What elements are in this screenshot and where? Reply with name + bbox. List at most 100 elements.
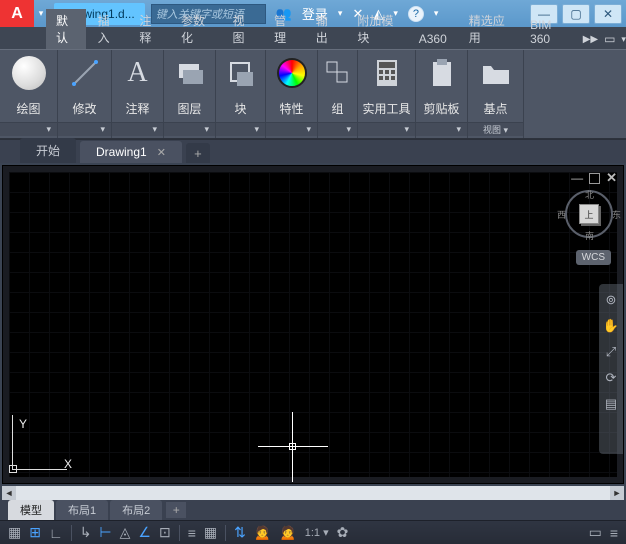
viewcube-north[interactable]: 北 — [585, 188, 594, 201]
panel-label: 组 — [331, 100, 343, 117]
layout-1[interactable]: 布局1 — [56, 500, 108, 520]
panel-drop[interactable]: ▾ — [164, 122, 215, 136]
lineweight-icon[interactable]: ≡ — [188, 525, 196, 541]
viewcube-west[interactable]: 西 — [557, 208, 566, 221]
panel-drop[interactable]: ▾ — [0, 122, 57, 136]
viewcube-south[interactable]: 南 — [585, 229, 594, 242]
scroll-track[interactable] — [16, 486, 610, 500]
menu-addins[interactable]: 附加模块 — [347, 9, 406, 49]
viewport-controls: — ✕ — [571, 170, 617, 186]
layout-2[interactable]: 布局2 — [110, 500, 162, 520]
vp-maximize[interactable] — [589, 173, 600, 184]
ucs-y-label: Y — [19, 417, 27, 431]
layers-icon — [173, 56, 207, 90]
panel-layers[interactable]: 图层 ▾ — [164, 50, 216, 138]
drawing-canvas[interactable] — [9, 172, 617, 477]
person-icon[interactable]: 🙍 — [254, 524, 271, 541]
panel-draw[interactable]: 绘图 ▾ — [0, 50, 58, 138]
pan-icon[interactable]: ✋ — [603, 318, 619, 334]
menu-view[interactable]: 视图 — [222, 9, 262, 49]
layout-tabs: 模型 布局1 布局2 + — [0, 500, 626, 520]
panel-drop[interactable]: ▾ — [318, 122, 357, 136]
horizontal-scrollbar[interactable]: ◄ ► — [2, 486, 624, 500]
close-tab-icon[interactable]: ✕ — [157, 146, 166, 159]
model-toggle-icon[interactable]: ▦ — [8, 524, 21, 541]
grid — [9, 172, 617, 477]
menu-insert[interactable]: 插入 — [88, 9, 128, 49]
panel-drop[interactable]: ▾ — [58, 122, 111, 136]
panel-properties[interactable]: 特性 ▾ — [266, 50, 318, 138]
fullnav-icon[interactable]: ⊚ — [606, 292, 617, 308]
ortho-icon[interactable]: ⊢ — [99, 524, 111, 541]
panel-label: 特性 — [279, 100, 303, 117]
panel-modify[interactable]: 修改 ▾ — [58, 50, 112, 138]
panel-label: 块 — [234, 100, 246, 117]
cycling-icon[interactable]: ⇅ — [234, 524, 246, 541]
tab-drawing1[interactable]: Drawing1 ✕ — [80, 141, 182, 163]
person2-icon[interactable]: 🙍 — [279, 524, 296, 541]
panel-group[interactable]: 组 ▾ — [318, 50, 358, 138]
osnap-icon[interactable]: ∠ — [138, 524, 151, 541]
panel-label: 修改 — [72, 100, 96, 117]
close-button[interactable]: ✕ — [594, 4, 622, 24]
scale-value: 1:1 — [305, 527, 320, 539]
tab-start[interactable]: 开始 — [20, 138, 76, 163]
snap-toggle-icon[interactable]: ∟ — [49, 525, 63, 541]
menu-a360[interactable]: A360 — [409, 29, 457, 49]
menu-manage[interactable]: 管理 — [264, 9, 304, 49]
ribbon-menu: 默认 插入 注释 参数化 视图 管理 输出 附加模块 A360 精选应用 BIM… — [0, 27, 626, 49]
showmotion-icon[interactable]: ▤ — [605, 396, 617, 412]
vp-minimize[interactable]: — — [571, 171, 583, 185]
panel-utilities[interactable]: 实用工具 ▾ — [358, 50, 416, 138]
viewcube-east[interactable]: 东 — [612, 208, 621, 221]
polar-icon[interactable]: ↳ — [80, 524, 92, 541]
menu-output[interactable]: 输出 — [306, 9, 346, 49]
panel-clipboard[interactable]: 剪贴板 ▾ — [416, 50, 468, 138]
scale-display[interactable]: 1:1 ▾ — [305, 526, 329, 539]
panel-drop[interactable]: ▾ — [112, 122, 163, 136]
help-icon[interactable]: ? — [408, 6, 424, 22]
panel-label: 实用工具 — [362, 100, 410, 117]
customize-icon[interactable]: ≡ — [610, 525, 618, 541]
iso-icon[interactable]: ◬ — [120, 524, 131, 541]
grid-toggle-icon[interactable]: ⊞ — [29, 524, 41, 541]
menu-panel-dropdown[interactable]: ▾ — [621, 34, 626, 45]
new-tab-button[interactable]: + — [186, 143, 210, 163]
maximize-vp-icon[interactable]: ▭ — [589, 524, 602, 541]
menu-featured[interactable]: 精选应用 — [459, 9, 518, 49]
layout-add[interactable]: + — [166, 502, 186, 518]
panel-annotate[interactable]: A 注释 ▾ — [112, 50, 164, 138]
layout-model[interactable]: 模型 — [8, 500, 54, 520]
panel-drop[interactable]: ▾ — [216, 122, 265, 136]
viewcube[interactable]: 上 北 南 东 西 — [565, 190, 613, 238]
colorwheel-icon — [275, 56, 309, 90]
text-icon: A — [121, 56, 155, 90]
panel-block[interactable]: 块 ▾ — [216, 50, 266, 138]
help-dropdown[interactable]: ▾ — [434, 8, 439, 19]
track-icon[interactable]: ⊡ — [159, 524, 171, 541]
gear-icon[interactable]: ✿ — [337, 524, 349, 541]
ribbon: 绘图 ▾ 修改 ▾ A 注释 ▾ 图层 ▾ 块 ▾ 特性 ▾ 组 ▾ 实用工具 … — [0, 49, 626, 139]
transparency-icon[interactable]: ▦ — [204, 524, 217, 541]
menu-parametric[interactable]: 参数化 — [171, 9, 220, 49]
menu-annotate[interactable]: 注释 — [129, 9, 169, 49]
zoom-icon[interactable]: ⤢ — [606, 344, 616, 360]
panel-view-drop[interactable]: 视图 ▾ — [468, 122, 523, 136]
calc-icon — [370, 56, 404, 90]
menu-more-icon[interactable]: ▶▶ — [583, 34, 598, 45]
menu-default[interactable]: 默认 — [46, 9, 86, 49]
scroll-right[interactable]: ► — [610, 486, 624, 500]
scroll-left[interactable]: ◄ — [2, 486, 16, 500]
wcs-badge[interactable]: WCS — [576, 250, 611, 265]
panel-drop[interactable]: ▾ — [358, 122, 415, 136]
panel-drop[interactable]: ▾ — [266, 122, 317, 136]
orbit-icon[interactable]: ⟳ — [606, 370, 617, 386]
app-logo[interactable]: A — [0, 0, 34, 27]
panel-basepoint[interactable]: 基点 视图 ▾ — [468, 50, 524, 138]
panel-label: 图层 — [177, 100, 201, 117]
viewcube-face[interactable]: 上 — [579, 204, 599, 224]
panel-drop[interactable]: ▾ — [416, 122, 467, 136]
menu-bim360[interactable]: BIM 360 — [520, 15, 577, 49]
menu-panel-icon[interactable]: ▭ — [604, 32, 615, 46]
vp-close[interactable]: ✕ — [606, 170, 617, 186]
